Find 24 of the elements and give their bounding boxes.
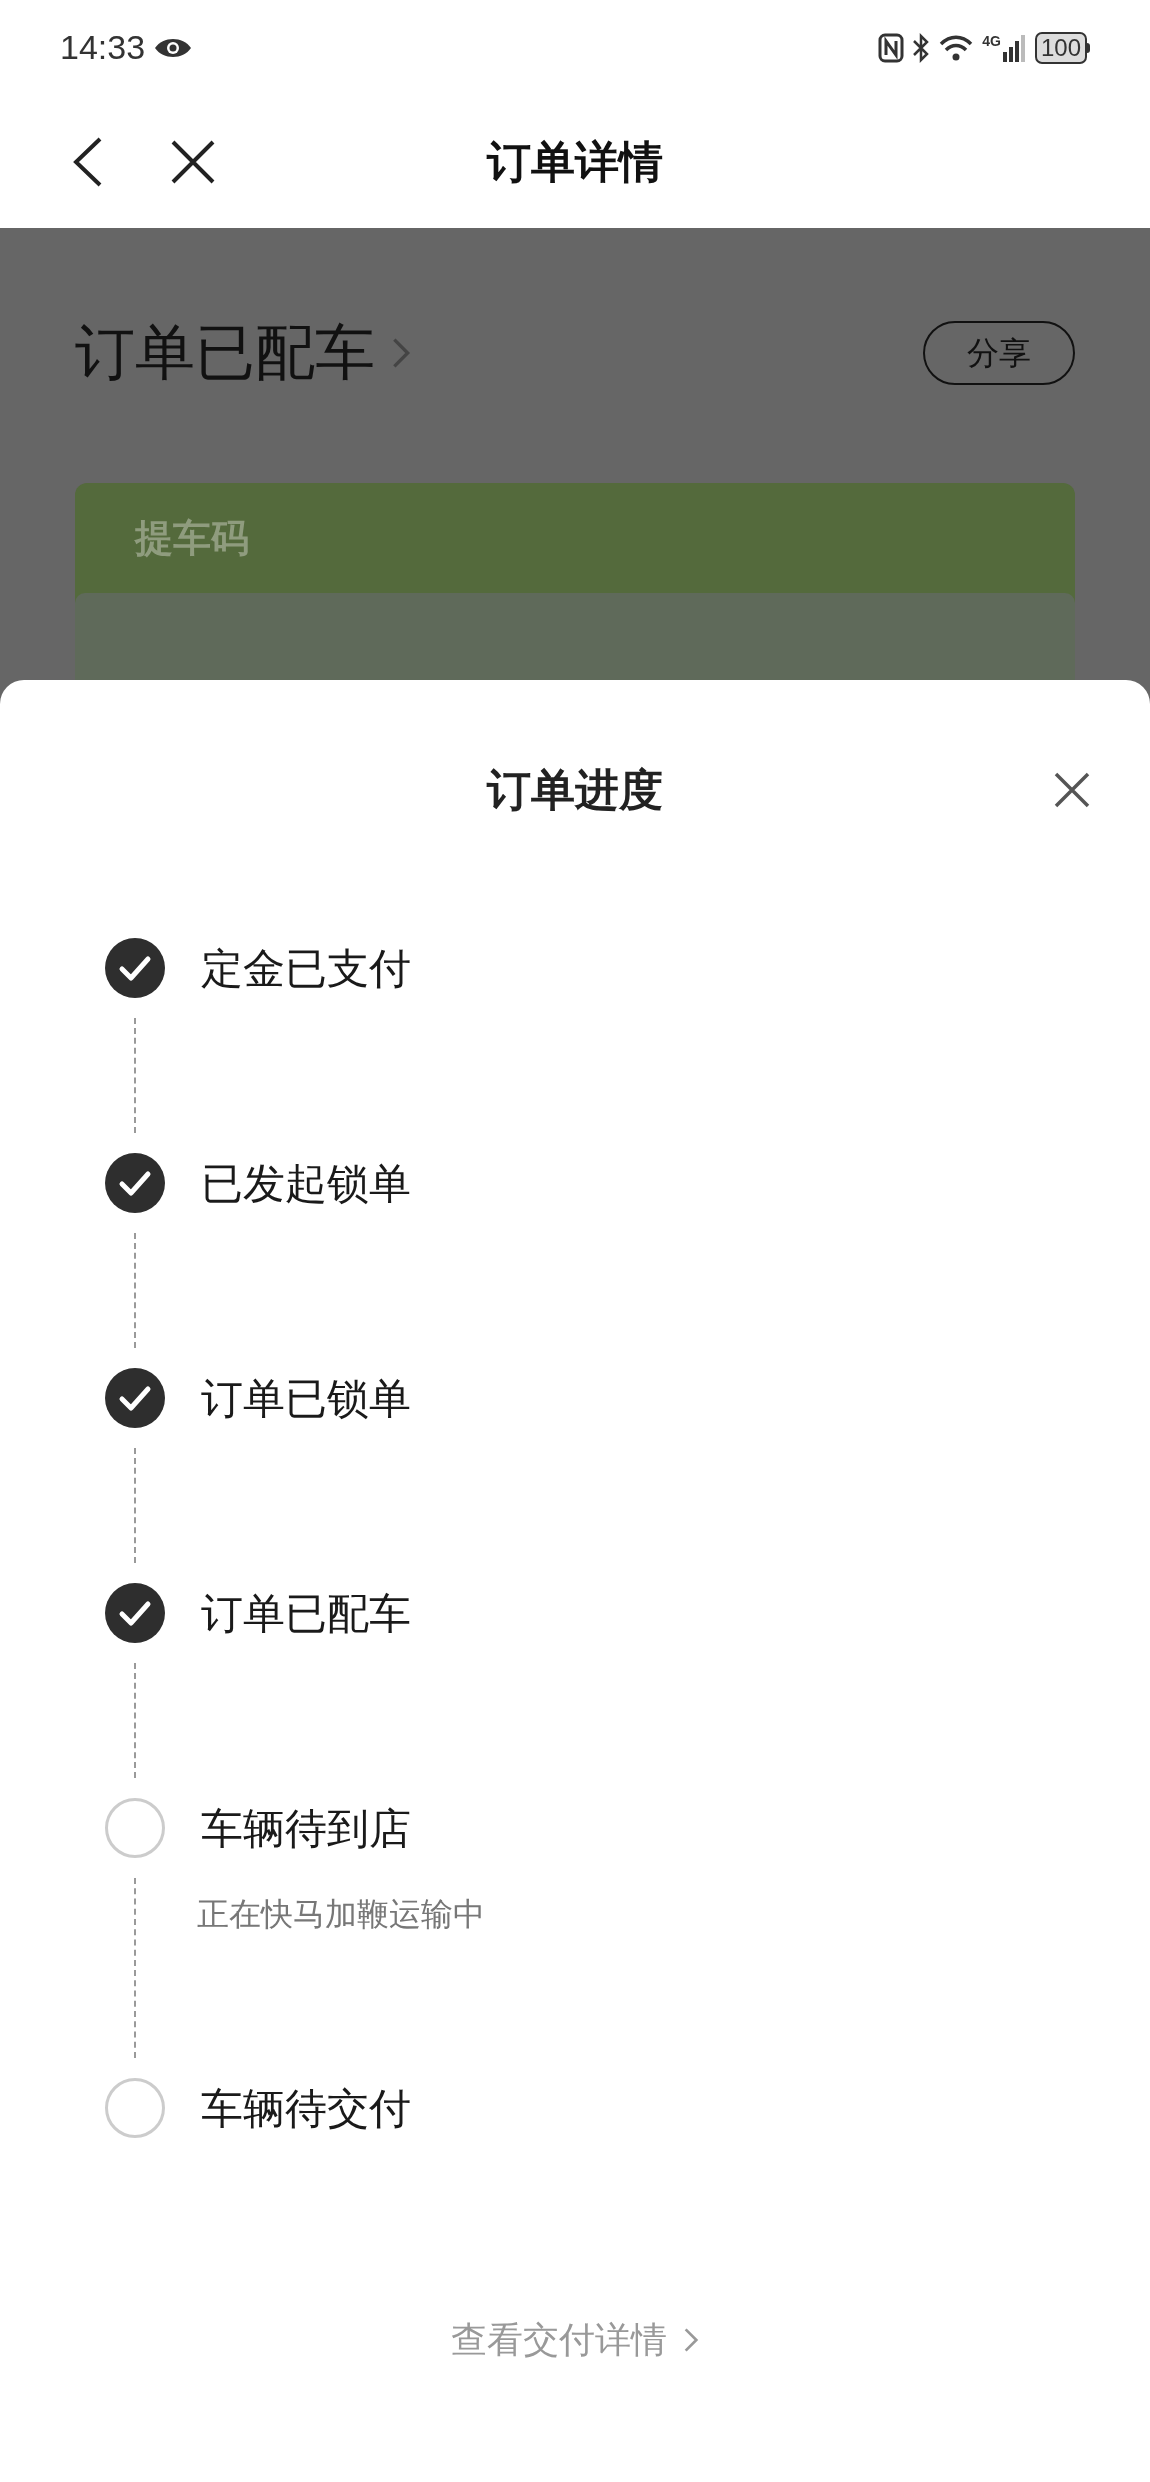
step-label: 定金已支付	[201, 943, 411, 994]
chevron-icon	[391, 336, 411, 370]
share-button[interactable]: 分享	[923, 321, 1075, 385]
wifi-icon	[938, 33, 975, 62]
step-label: 车辆待交付	[201, 2083, 411, 2134]
step-label: 订单已锁单	[201, 1373, 411, 1424]
bluetooth-icon	[912, 32, 931, 63]
step-label: 已发起锁单	[201, 1158, 411, 1209]
card-label: 提车码	[135, 515, 249, 561]
chevron-icon	[683, 2326, 699, 2354]
page-title: 订单详情	[487, 135, 663, 188]
close-icon[interactable]	[1054, 772, 1090, 808]
nfc-icon	[878, 32, 905, 63]
order-status: 订单已配车	[75, 318, 375, 388]
step-label: 订单已配车	[201, 1588, 411, 1639]
signal-icon	[1002, 33, 1027, 62]
network-type: 4G	[982, 33, 1001, 48]
close-icon[interactable]	[170, 138, 216, 185]
step-note: 正在快马加鞭运输中	[197, 1896, 485, 1932]
step-label: 车辆待到店	[201, 1803, 411, 1854]
status-time: 14:33	[60, 27, 146, 68]
sheet-title: 订单进度	[487, 764, 663, 816]
battery-level: 100	[1040, 35, 1081, 60]
delivery-details-link[interactable]: 查看交付详情	[451, 2313, 699, 2367]
